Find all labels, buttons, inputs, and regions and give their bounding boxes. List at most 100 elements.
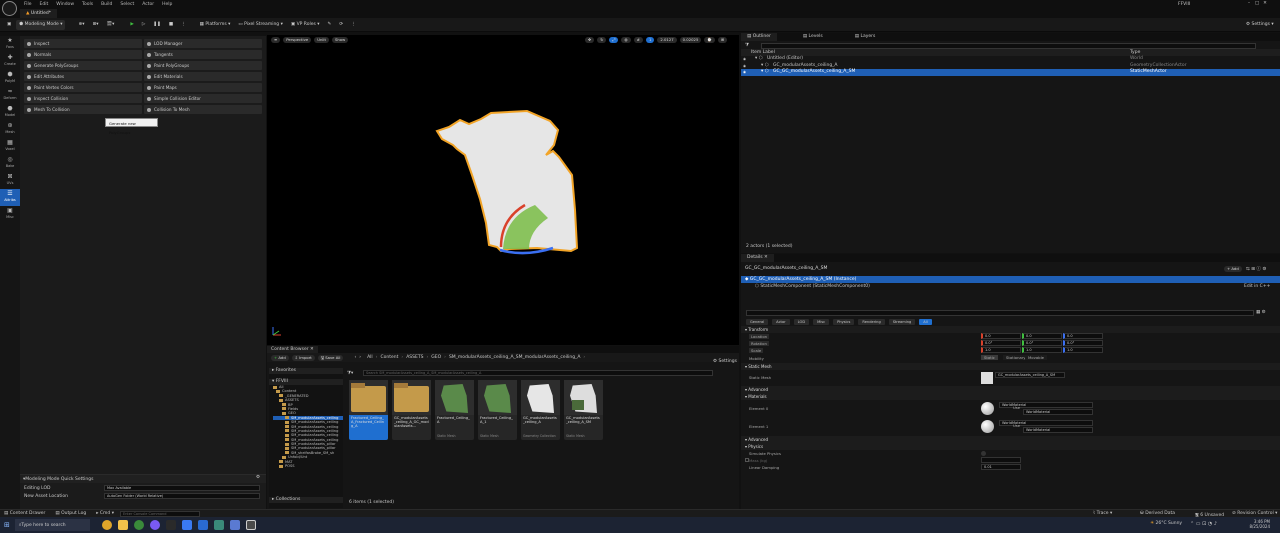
asset-tile[interactable]: Fractured_Ceiling_A Static Mesh: [435, 380, 474, 440]
mode-category-bake[interactable]: ◎ Bake: [0, 155, 20, 172]
linear-damping-input[interactable]: 0.01: [981, 464, 1021, 470]
section-materials[interactable]: ▾ Materials: [741, 393, 1280, 400]
outliner-tab-outliner[interactable]: ▤ Outliner: [741, 33, 777, 41]
pause-icon[interactable]: ❚❚: [150, 20, 164, 30]
play-options-icon[interactable]: ⋮: [178, 20, 189, 30]
asset-tile[interactable]: Fractured_Ceiling_A_1 Static Mesh: [478, 380, 517, 440]
filter-tab-misc[interactable]: Misc: [813, 319, 830, 325]
cinematics-icon[interactable]: 🎬▾: [104, 20, 118, 30]
app3-icon[interactable]: [229, 520, 240, 530]
import-button[interactable]: ⇩ Import: [291, 354, 315, 361]
chrome-icon[interactable]: [133, 520, 144, 530]
material-use-select[interactable]: WorldMaterial: [1023, 409, 1093, 415]
outliner-row[interactable]: ◉ ▾ ⬡ GC_GC_modularAssets_ceiling_A_SM Stat…: [741, 69, 1280, 76]
unreal-taskbar-icon[interactable]: [245, 520, 256, 530]
tool-paint-polygroups[interactable]: Paint PolyGroups: [144, 61, 262, 70]
collections-header[interactable]: ▸ Collections: [269, 497, 343, 503]
section-physics[interactable]: ▾ Physics: [741, 443, 1280, 450]
simulate-physics-checkbox[interactable]: [981, 451, 986, 456]
filter-tab-actor[interactable]: Actor: [772, 319, 790, 325]
settings-button[interactable]: ⚙ Settings ▾: [1243, 20, 1277, 30]
rotation-y-input[interactable]: 0.0°: [1022, 340, 1062, 346]
app-icon[interactable]: [149, 520, 160, 530]
content-browser-tab[interactable]: Content Browser ✕: [267, 346, 318, 353]
actor-name[interactable]: GC_GC_modularAssets_ceiling_A_SM: [745, 266, 827, 271]
menu-actor[interactable]: Actor: [138, 0, 158, 9]
component-row[interactable]: ⬡ StaticMeshComponent (StaticMeshCompone…: [741, 283, 1280, 290]
outliner-tab-levels[interactable]: ▤ Levels: [797, 33, 829, 41]
edit-in-cpp-link[interactable]: Edit in C++: [1244, 283, 1270, 290]
unreal-logo-icon[interactable]: [2, 1, 17, 16]
add-button[interactable]: + Add: [271, 354, 289, 361]
mode-category-create[interactable]: ✚ Create: [0, 53, 20, 70]
asset-tile[interactable]: Fractured_Ceiling_A_Fractured_Ceiling_A: [349, 380, 388, 440]
menu-file[interactable]: File: [20, 0, 36, 9]
type-column[interactable]: Type: [1130, 49, 1140, 56]
mass-checkbox[interactable]: [745, 458, 749, 462]
instance-row[interactable]: ◆ GC_GC_modularAssets_ceiling_A_SM (Inst…: [741, 276, 1280, 283]
revision-control-button[interactable]: ⊘ Revision Control ▾: [1232, 511, 1277, 516]
tool-edit-materials[interactable]: Edit Materials: [144, 72, 262, 81]
level-viewport[interactable]: ≡ Perspective Unlit Show ✥ ↻ ⤢ ◍ # 1 2.0…: [267, 35, 739, 345]
tool-paint-vertex-colors[interactable]: Paint Vertex Colors: [24, 83, 142, 92]
tool-normals[interactable]: Normals: [24, 50, 142, 59]
derived-data-button[interactable]: ⛁ Derived Data: [1140, 511, 1175, 516]
tool-inspect[interactable]: Inspect: [24, 39, 142, 48]
mobility-static[interactable]: Static: [981, 355, 998, 360]
level-tab[interactable]: ▲ Untitled*: [20, 9, 57, 18]
breadcrumb-item[interactable]: All: [367, 355, 373, 360]
mode-category-favs[interactable]: ★ Favs: [0, 36, 20, 53]
breadcrumb-item[interactable]: GEO: [431, 355, 441, 360]
trace-button[interactable]: ⌇ Trace ▾: [1093, 511, 1112, 516]
blueprint-icon[interactable]: ⇆ ⊞ ⓘ ⚙: [1246, 266, 1266, 272]
tool-paint-maps[interactable]: Paint Maps: [144, 83, 262, 92]
blueprint-icon[interactable]: ⊞▾: [90, 20, 102, 30]
cb-settings-button[interactable]: ⚙ Settings: [713, 359, 737, 364]
filter-tab-rendering[interactable]: Rendering: [858, 319, 885, 325]
menu-help[interactable]: Help: [158, 0, 176, 9]
breadcrumb-item[interactable]: SM_modularAssets_ceiling_A_SM_modularAss…: [449, 355, 580, 360]
tool-edit-attributes[interactable]: Edit Attributes: [24, 72, 142, 81]
tray-icons[interactable]: ⌃ ▭ ⊡ ◔ ♪: [1190, 521, 1217, 527]
widgets-icon[interactable]: [101, 520, 112, 530]
tool-mesh-to-collision[interactable]: Mesh To Collision: [24, 105, 142, 114]
static-mesh-select[interactable]: GC_modularAssets_ceiling_A_SM: [995, 372, 1065, 378]
breadcrumb-item[interactable]: Content: [380, 355, 398, 360]
section-transform[interactable]: ▾ Transform: [741, 326, 1280, 333]
vp-roles-button[interactable]: ▣ VP Roles ▾: [288, 20, 323, 30]
section-static-mesh[interactable]: ▾ Static Mesh: [741, 363, 1280, 370]
back-icon[interactable]: ‹: [354, 355, 356, 360]
mode-category-polym[interactable]: ⬢ PolyM: [0, 70, 20, 87]
new-asset-location-select[interactable]: AutoGen Folder (World Relative): [104, 493, 260, 499]
mass-input[interactable]: [981, 457, 1021, 463]
photoshop-icon[interactable]: [197, 520, 208, 530]
console-input[interactable]: Enter Console Command: [119, 510, 200, 517]
mobility-movable[interactable]: Movable: [1025, 355, 1047, 360]
material-use-select[interactable]: WorldMaterial: [1023, 427, 1093, 433]
outliner-tab-layers[interactable]: ▤ Layers: [849, 33, 882, 41]
store-icon[interactable]: [181, 520, 192, 530]
maximize-icon[interactable]: □: [1253, 1, 1261, 6]
mode-selector[interactable]: ⬟ Modeling Mode ▾: [16, 19, 66, 30]
forward-icon[interactable]: ›: [359, 355, 361, 360]
mode-category-misc[interactable]: ▣ Misc: [0, 206, 20, 223]
mode-category-voxel[interactable]: ▦ Voxel: [0, 138, 20, 155]
visibility-icon[interactable]: ◉: [743, 69, 746, 76]
tool-simple-collision-editor[interactable]: Simple Collision Editor: [144, 94, 262, 103]
refresh-icon[interactable]: ⟳: [336, 20, 346, 30]
filter-icon[interactable]: ⧩▾: [347, 370, 353, 376]
asset-tile[interactable]: GC_modularAssets_ceiling_A_GC_modularAss…: [392, 380, 431, 440]
tool-inspect-collision[interactable]: Inspect Collision: [24, 94, 142, 103]
play-icon[interactable]: ▶: [127, 20, 136, 30]
add-component-button[interactable]: + Add: [1224, 266, 1242, 272]
app2-icon[interactable]: [213, 520, 224, 530]
details-search-input[interactable]: [746, 310, 1254, 316]
section-advanced[interactable]: ▾ Advanced: [741, 386, 1280, 393]
location-y-input[interactable]: 0.0: [1022, 333, 1062, 339]
location-z-input[interactable]: 0.0: [1063, 333, 1103, 339]
folder-item[interactable]: POSS: [273, 464, 343, 468]
editing-lod-select[interactable]: Max Available: [104, 485, 260, 491]
scale-y-input[interactable]: 1.0: [1022, 347, 1062, 353]
asset-tile[interactable]: GC_modularAssets_ceiling_A_SM Static Mesh: [564, 380, 603, 440]
steam-icon[interactable]: [165, 520, 176, 530]
